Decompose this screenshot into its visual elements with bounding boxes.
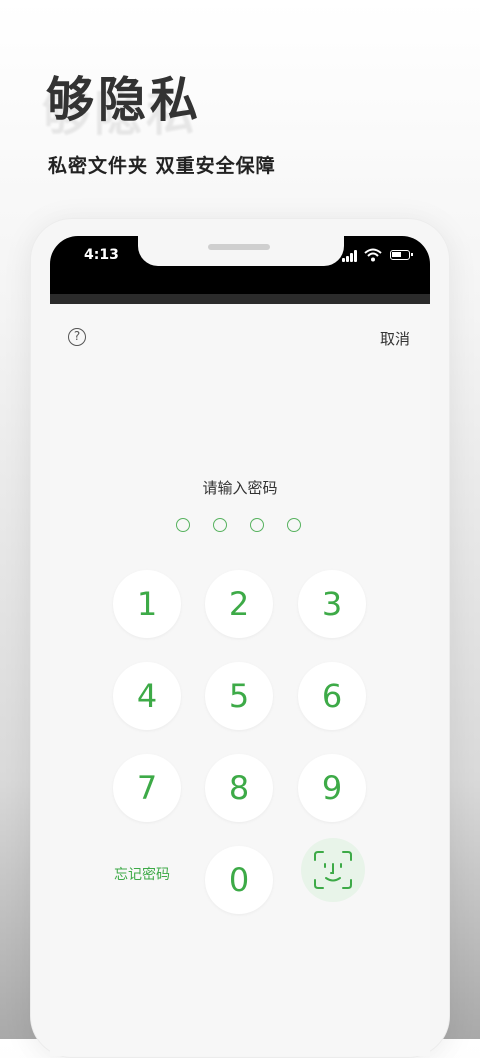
pin-dot [250,518,264,532]
forgot-password-link[interactable]: 忘记密码 [114,864,170,884]
battery-icon [390,250,413,260]
app-area: ? 取消 请输入密码 1 2 3 4 5 6 7 8 9 忘记密码 0 [50,294,430,1056]
pin-indicator [176,518,306,534]
password-prompt: 请输入密码 [202,479,278,497]
key-9[interactable]: 9 [298,754,366,822]
key-7[interactable]: 7 [113,754,181,822]
speaker-grille [208,244,270,250]
phone-screen: 4:13 ? 取消 请输入密码 1 2 3 4 5 6 7 8 9 忘记密码 0 [50,236,430,1056]
status-bar: 4:13 [50,236,430,294]
key-2[interactable]: 2 [205,570,273,638]
key-4[interactable]: 4 [113,662,181,730]
face-id-icon [314,851,352,889]
help-icon[interactable]: ? [68,328,86,346]
key-1[interactable]: 1 [113,570,181,638]
key-0[interactable]: 0 [205,846,273,914]
signal-icon [342,250,358,262]
phone-frame: 4:13 ? 取消 请输入密码 1 2 3 4 5 6 7 8 9 忘记密码 0 [30,218,450,1058]
wifi-icon [364,248,382,262]
key-6[interactable]: 6 [298,662,366,730]
key-3[interactable]: 3 [298,570,366,638]
cancel-button[interactable]: 取消 [380,328,410,349]
notch [138,236,344,266]
key-5[interactable]: 5 [205,662,273,730]
key-8[interactable]: 8 [205,754,273,822]
headline: 够隐私 够隐私 [42,60,203,142]
headline-subtitle: 私密文件夹 双重安全保障 [48,155,276,177]
status-time: 4:13 [84,247,119,263]
pin-dot [287,518,301,532]
headline-title: 够隐私 [46,72,203,128]
pin-dot [176,518,190,532]
pin-dot [213,518,227,532]
face-id-button[interactable] [301,838,365,902]
